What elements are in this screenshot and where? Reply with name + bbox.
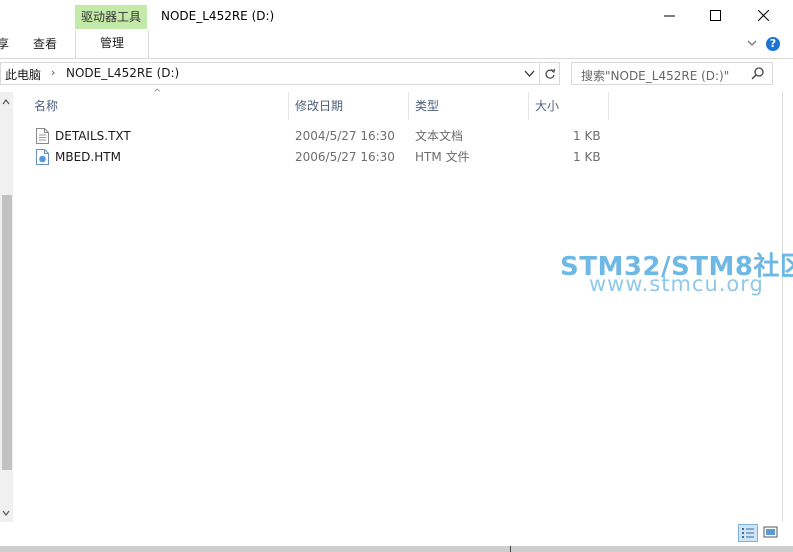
- scroll-up-button[interactable]: [1, 96, 12, 108]
- column-header-name[interactable]: 名称: [34, 92, 58, 120]
- large-icons-view-icon: [763, 526, 778, 538]
- window-title: NODE_L452RE (D:): [161, 9, 275, 23]
- htm-file-icon: [36, 149, 49, 168]
- window-edge: [782, 92, 783, 522]
- chevron-down-icon: [524, 70, 534, 77]
- minimize-button[interactable]: [646, 0, 692, 30]
- help-button[interactable]: ?: [766, 37, 780, 51]
- text-file-icon: [36, 128, 49, 147]
- column-divider[interactable]: [608, 92, 609, 120]
- breadcrumb-drive[interactable]: NODE_L452RE (D:): [66, 66, 179, 80]
- search-placeholder: 搜索"NODE_L452RE (D:)": [581, 69, 730, 83]
- address-dropdown-button[interactable]: [521, 64, 537, 83]
- details-view-button[interactable]: [738, 524, 758, 542]
- file-modified: 2006/5/27 16:30: [295, 150, 395, 164]
- scroll-down-button[interactable]: [1, 507, 12, 519]
- expand-ribbon-button[interactable]: [746, 37, 760, 51]
- close-button[interactable]: [740, 0, 786, 30]
- breadcrumb-this-pc[interactable]: 此电脑: [5, 66, 41, 83]
- file-size: 1 KB: [573, 129, 601, 143]
- refresh-button[interactable]: [539, 63, 560, 84]
- background-window-fragment: [510, 546, 631, 552]
- column-divider[interactable]: [288, 92, 289, 120]
- file-row[interactable]: DETAILS.TXT 2004/5/27 16:30 文本文档 1 KB: [28, 126, 608, 146]
- file-size: 1 KB: [573, 150, 601, 164]
- watermark-url: www.stmcu.org: [589, 272, 764, 296]
- file-type: HTM 文件: [415, 150, 470, 164]
- file-name: DETAILS.TXT: [55, 129, 131, 143]
- sort-ascending-icon: ^: [153, 88, 162, 99]
- column-divider[interactable]: [408, 92, 409, 120]
- details-view-icon: [742, 528, 754, 538]
- status-bar: [0, 522, 793, 546]
- file-name: MBED.HTM: [55, 150, 121, 164]
- tab-share[interactable]: 享: [0, 32, 9, 58]
- chevron-up-icon: [2, 99, 10, 105]
- file-type: 文本文档: [415, 129, 464, 143]
- column-header-type[interactable]: 类型: [415, 92, 439, 120]
- file-row[interactable]: MBED.HTM 2006/5/27 16:30 HTM 文件 1 KB: [28, 147, 608, 167]
- column-divider[interactable]: [528, 92, 529, 120]
- search-icon[interactable]: [751, 66, 765, 80]
- breadcrumb-separator-icon[interactable]: ›: [51, 66, 55, 79]
- column-header-size[interactable]: 大小: [535, 92, 559, 120]
- maximize-icon: [709, 9, 721, 21]
- tab-manage[interactable]: 管理: [75, 30, 149, 58]
- chevron-down-icon: [2, 510, 10, 516]
- refresh-icon: [545, 68, 556, 79]
- scroll-thumb[interactable]: [2, 195, 12, 470]
- maximize-button[interactable]: [692, 0, 738, 30]
- minimize-icon: [663, 15, 675, 16]
- desktop-strip: [0, 546, 793, 552]
- close-icon: [757, 9, 769, 21]
- chevron-down-icon: [747, 40, 757, 46]
- tab-view[interactable]: 查看: [33, 32, 57, 58]
- file-modified: 2004/5/27 16:30: [295, 129, 395, 143]
- column-header-modified[interactable]: 修改日期: [295, 92, 343, 120]
- drive-tools-context-tab[interactable]: 驱动器工具: [75, 5, 147, 29]
- help-icon: ?: [769, 37, 777, 50]
- large-icons-view-button[interactable]: [761, 524, 781, 542]
